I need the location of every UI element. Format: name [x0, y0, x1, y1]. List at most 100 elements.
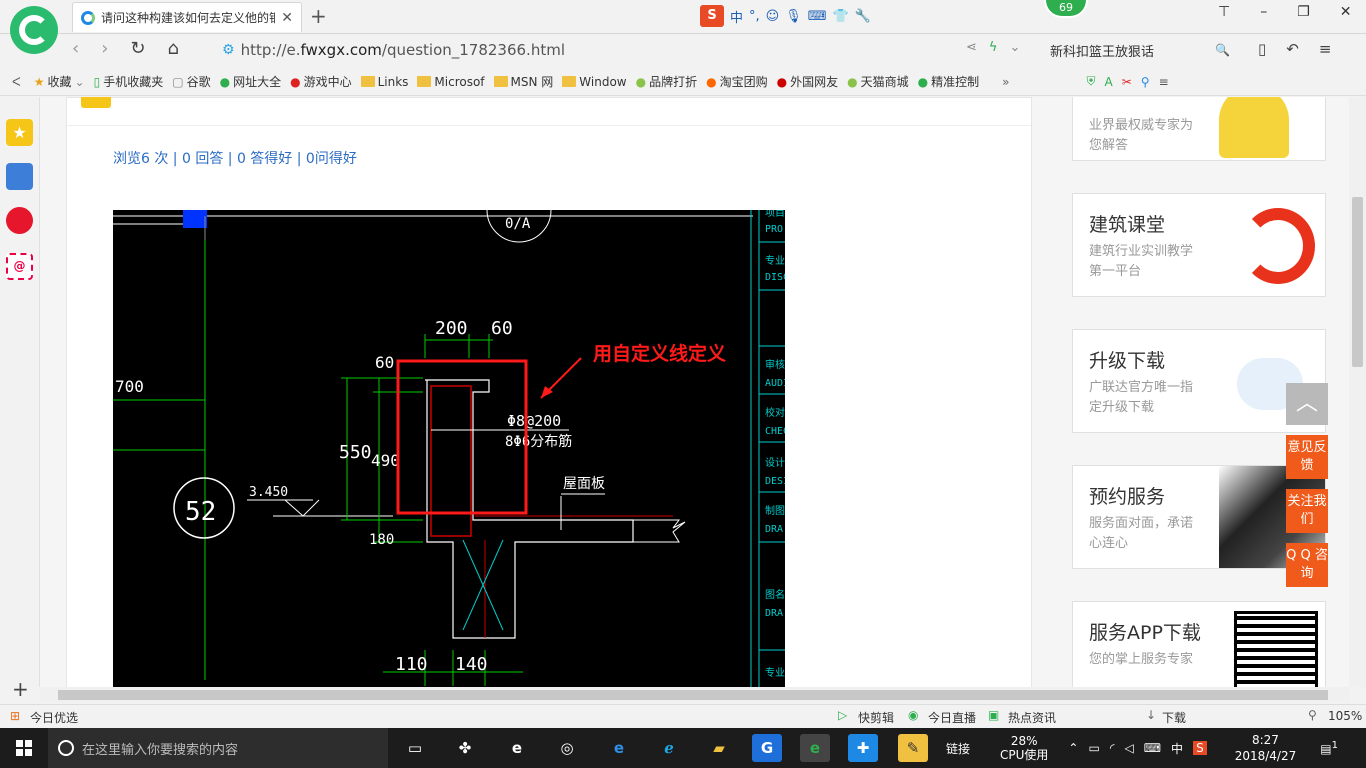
battery-icon[interactable]: ▭	[1088, 741, 1099, 755]
start-button[interactable]	[0, 728, 48, 768]
home-icon[interactable]: ⌂	[168, 38, 179, 59]
sogou-tray-icon[interactable]: S	[1193, 741, 1207, 755]
taskbar-search[interactable]: 在这里输入你要搜索的内容	[48, 728, 388, 768]
search-box[interactable]: 新科扣篮王放狠话 🔍	[1040, 36, 1240, 64]
chevron-down-icon[interactable]: ⌄	[1009, 40, 1020, 55]
tab-close-button[interactable]: ✕	[281, 10, 293, 26]
reader-icon[interactable]	[6, 163, 33, 190]
status-item[interactable]: 快剪辑	[858, 709, 894, 726]
hscroll-thumb[interactable]	[58, 690, 1328, 700]
skin-icon[interactable]: 👕	[833, 9, 849, 24]
ime-lang[interactable]: 中	[730, 7, 743, 26]
status-left-label[interactable]: 今日优选	[30, 709, 78, 726]
bookmark-item[interactable]: ★ 收藏 ⌄	[34, 73, 85, 90]
volume-icon[interactable]: ◁	[1124, 741, 1133, 755]
weibo-icon[interactable]	[6, 207, 33, 234]
edge-icon[interactable]: e	[604, 734, 634, 762]
cad-drawing-image[interactable]: 0/A 700 52 3.450 屋面板 200 60 60 550 490 1…	[113, 210, 785, 687]
bookmark-item[interactable]: Window	[562, 75, 627, 89]
bookmark-item[interactable]: MSN 网	[493, 73, 553, 90]
bookmark-item[interactable]: ● 外国网友	[777, 73, 839, 90]
emoji-icon[interactable]: ☺	[766, 9, 780, 24]
ie-icon[interactable]: ℯ	[654, 734, 684, 762]
maximize-button[interactable]: ❐	[1297, 4, 1310, 20]
new-tab-button[interactable]: +	[310, 4, 327, 28]
notification-center-icon[interactable]: ▤1	[1320, 740, 1338, 756]
shield-icon[interactable]: ⛨	[1086, 74, 1095, 89]
qq-consult-button[interactable]: Q Q 咨询	[1286, 543, 1328, 587]
task-view-icon[interactable]: ▭	[400, 734, 430, 762]
scroll-thumb[interactable]	[1352, 197, 1363, 367]
qr-code-image	[1234, 611, 1318, 687]
share-icon[interactable]: ⋖	[966, 40, 977, 55]
tray-chevron-icon[interactable]: ⌃	[1068, 741, 1078, 755]
scissors-icon[interactable]: ✂	[1122, 75, 1132, 89]
bookmark-item[interactable]: ● 精准控制	[918, 73, 980, 90]
fan-app-icon[interactable]: ✤	[450, 734, 480, 762]
add-sidebar-icon[interactable]: +	[12, 677, 29, 701]
bookmark-item[interactable]: ▯ 手机收藏夹	[94, 73, 164, 90]
glodon-app-icon[interactable]: G	[752, 734, 782, 762]
search-icon[interactable]: ⚲	[1141, 75, 1150, 89]
back-icon[interactable]: ‹	[72, 38, 79, 59]
browser-logo-icon[interactable]	[10, 6, 58, 54]
wrench-icon[interactable]: 🔧	[855, 9, 871, 24]
bookmark-item[interactable]: ● 品牌打折	[636, 73, 698, 90]
course-card[interactable]: 建筑课堂 建筑行业实训教学第一平台	[1072, 193, 1326, 297]
follow-button[interactable]: 关注我们	[1286, 489, 1328, 533]
lightning-icon[interactable]: ϟ	[989, 40, 998, 55]
expert-card[interactable]: 业界最权威专家为您解答	[1072, 97, 1326, 161]
clock[interactable]: 8:27 2018/4/27	[1235, 732, 1297, 764]
pin-button[interactable]: ⊤	[1218, 4, 1230, 20]
teamviewer-icon[interactable]: ✚	[848, 734, 878, 762]
edge-browser-icon[interactable]: e	[502, 734, 532, 762]
mail-icon[interactable]: @	[6, 253, 33, 280]
notes-app-icon[interactable]: ✎	[898, 734, 928, 762]
undo-icon[interactable]: ↶	[1286, 40, 1299, 58]
keyboard-icon[interactable]: ⌨	[1144, 741, 1161, 755]
keyboard-icon[interactable]: ⌨	[808, 9, 827, 24]
vertical-scrollbar[interactable]	[1349, 97, 1366, 687]
app-card[interactable]: 服务APP下载 您的掌上服务专家	[1072, 601, 1326, 687]
url-field[interactable]: ⚙ http://e. fwxgx.com/question_1782366.ht…	[222, 38, 1032, 62]
back-to-top-button[interactable]: ︿	[1286, 383, 1328, 425]
bookmark-item[interactable]: ● 网址大全	[220, 73, 282, 90]
minimize-button[interactable]: –	[1260, 4, 1267, 20]
mic-icon[interactable]: 🎙	[785, 9, 802, 24]
bookmark-item[interactable]: ▢ 谷歌	[172, 73, 210, 90]
feedback-button[interactable]: 意见反馈	[1286, 435, 1328, 479]
page-content: 浏览6 次 | 0 回答 | 0 答得好 | 0问得好 0/A 700 52 3…	[40, 97, 1366, 687]
menu-icon[interactable]: ≡	[1159, 75, 1169, 89]
status-item[interactable]: 今日直播	[928, 709, 976, 726]
horizontal-scrollbar[interactable]	[40, 687, 1349, 703]
bookmark-item[interactable]: Links	[360, 75, 408, 89]
more-bookmarks-icon[interactable]: »	[1002, 75, 1009, 89]
translate-icon[interactable]: A	[1104, 75, 1112, 89]
cpu-meter[interactable]: 28% CPU使用	[1000, 734, 1048, 762]
file-explorer-icon[interactable]: ▰	[704, 734, 734, 762]
menu-icon[interactable]: ≡	[1319, 40, 1332, 58]
refresh-icon[interactable]: ↻	[130, 38, 145, 59]
tab-active[interactable]: 请问这种构建该如何去定义他的钢 ✕	[72, 2, 302, 32]
favorites-icon[interactable]: ★	[6, 119, 33, 146]
search-icon[interactable]: 🔍	[1215, 43, 1230, 57]
zoom-level[interactable]: 105%	[1328, 709, 1362, 723]
question-stats[interactable]: 浏览6 次 | 0 回答 | 0 答得好 | 0问得好	[113, 148, 357, 168]
close-button[interactable]: ✕	[1340, 4, 1352, 20]
status-item[interactable]: 热点资讯	[1008, 709, 1056, 726]
download-label[interactable]: 下载	[1162, 709, 1186, 726]
ime-indicator[interactable]: 中	[1171, 740, 1183, 757]
sogou-ime-icon[interactable]: S	[700, 5, 724, 27]
bookmark-item[interactable]: ● 天猫商城	[847, 73, 909, 90]
360-browser-icon[interactable]: e	[800, 734, 830, 762]
bookmark-item[interactable]: ● 游戏中心	[290, 73, 352, 90]
forward-icon[interactable]: ›	[101, 38, 108, 59]
bookmark-item[interactable]: ● 淘宝团购	[706, 73, 768, 90]
ime-punct[interactable]: °,	[749, 9, 760, 24]
wifi-icon[interactable]: ◜	[1110, 741, 1115, 755]
bookmark-collapse-icon[interactable]: ᐸ	[12, 75, 21, 89]
spiral-app-icon[interactable]: ◎	[552, 734, 582, 762]
mobile-icon[interactable]: ▯	[1258, 40, 1266, 58]
links-label[interactable]: 链接	[946, 740, 970, 757]
bookmark-item[interactable]: Microsof	[417, 75, 485, 89]
